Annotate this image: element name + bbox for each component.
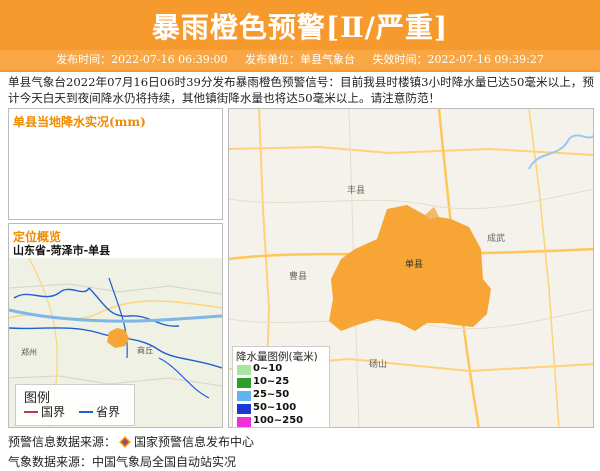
rainfall-legend: 降水量图例(毫米) 0~10 10~25 25~50 50~100 100~25… <box>232 346 330 428</box>
overview-map[interactable]: 郑州 商丘 图例 国界 省界 <box>9 258 222 427</box>
rainfall-legend-title: 降水量图例(毫米) <box>236 351 318 363</box>
publish-time: 发布时间：2022-07-16 06:39:00 <box>56 53 228 66</box>
rainfall-swatch <box>237 378 251 388</box>
rainfall-panel-title: 单县当地降水实况(mm) <box>13 115 146 129</box>
rainfall-legend-label: 25~50 <box>253 389 290 400</box>
warning-description: 单县气象台2022年07月16日06时39分发布暴雨橙色预警信号：目前我县时楼镇… <box>8 75 594 105</box>
warning-title: 暴雨橙色预警[Ⅱ/严重] <box>151 11 449 44</box>
rainfall-legend-label: 50~100 <box>253 402 297 413</box>
weather-source-name: 中国气象局全国自动站实况 <box>92 455 237 469</box>
national-border-swatch <box>24 411 38 413</box>
national-border-label: 国界 <box>41 405 66 419</box>
rainfall-panel: 单县当地降水实况(mm) <box>8 108 223 220</box>
weather-source-label: 气象数据来源： <box>8 455 93 469</box>
location-path: 山东省-菏泽市-单县 <box>13 244 111 257</box>
location-panel: 定位概览 山东省-菏泽市-单县 郑州 商丘 图例 国界 省界 <box>8 223 223 428</box>
warning-source-name[interactable]: 国家预警信息发布中心 <box>134 435 254 449</box>
map-place-label: 单县 <box>405 258 423 270</box>
map-place-label: 曹县 <box>289 270 307 282</box>
map-place-label: 成武 <box>487 232 505 244</box>
rainfall-legend-label: 10~25 <box>253 376 290 387</box>
map-place-label: 砀山 <box>369 359 387 370</box>
rainfall-swatch <box>237 404 251 414</box>
meta-bar: 发布时间：2022-07-16 06:39:00 发布单位：单县气象台 失效时间… <box>0 50 600 70</box>
map-place-label: 丰县 <box>347 184 365 196</box>
expire-time: 失效时间：2022-07-16 09:39:27 <box>372 53 544 66</box>
rainfall-swatch <box>237 365 251 375</box>
publisher: 发布单位：单县气象台 <box>245 53 355 66</box>
weather-source: 气象数据来源：中国气象局全国自动站实况 <box>8 453 236 470</box>
overview-city-label: 商丘 <box>137 345 153 355</box>
rainfall-legend-label: 0~10 <box>253 363 283 374</box>
boundary-legend: 图例 国界 省界 <box>15 384 135 426</box>
provincial-border-swatch <box>79 411 93 413</box>
warning-source: 预警信息数据来源： 国家预警信息发布中心 <box>8 433 254 450</box>
rainfall-swatch <box>237 391 251 401</box>
overview-city-label: 郑州 <box>21 347 37 357</box>
rainfall-swatch <box>237 417 251 427</box>
warning-header: 暴雨橙色预警[Ⅱ/严重] 发布时间：2022-07-16 06:39:00 发布… <box>0 0 600 72</box>
warning-center-logo-icon <box>119 436 132 448</box>
rainfall-legend-label: 100~250 <box>253 415 304 426</box>
warning-source-label: 预警信息数据来源： <box>8 435 117 449</box>
provincial-border-label: 省界 <box>96 405 121 419</box>
